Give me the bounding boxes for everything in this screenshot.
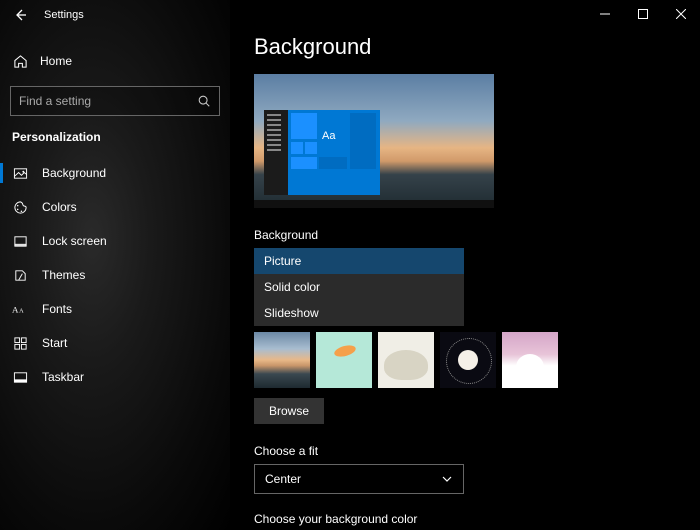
thumbnail-5[interactable] (502, 332, 558, 388)
background-type-dropdown[interactable]: Picture Solid color Slideshow (254, 248, 464, 326)
page-heading: Background (254, 34, 700, 60)
dropdown-option-slideshow[interactable]: Slideshow (254, 300, 464, 326)
close-button[interactable] (662, 0, 700, 28)
nav-label: Themes (42, 268, 85, 282)
nav-item-start[interactable]: Start (0, 326, 230, 360)
thumbnail-1[interactable] (254, 332, 310, 388)
nav-label: Lock screen (42, 234, 107, 248)
svg-text:A: A (19, 308, 24, 315)
minimize-icon (600, 9, 610, 19)
home-button[interactable]: Home (0, 44, 230, 78)
taskbar-icon (12, 369, 28, 385)
window-title: Settings (44, 9, 84, 21)
browse-button[interactable]: Browse (254, 398, 324, 424)
background-label: Background (254, 228, 700, 242)
nav-item-colors[interactable]: Colors (0, 190, 230, 224)
search-icon (197, 94, 211, 108)
content: Background Aa Background Picture Solid c… (230, 0, 700, 530)
home-label: Home (40, 54, 72, 68)
fit-dropdown[interactable]: Center (254, 464, 464, 494)
nav: Background Colors Lock screen Themes AA … (0, 156, 230, 394)
nav-item-background[interactable]: Background (0, 156, 230, 190)
search-input[interactable] (19, 94, 197, 108)
titlebar: Settings (0, 0, 230, 30)
sidebar: Settings Home Personalization Background… (0, 0, 230, 530)
arrow-left-icon (13, 8, 27, 22)
picture-thumbnails (254, 332, 700, 388)
preview-start-window: Aa (264, 110, 380, 195)
nav-label: Background (42, 166, 106, 180)
fonts-icon: AA (12, 301, 28, 317)
preview-sample-text: Aa (322, 130, 335, 142)
lockscreen-icon (12, 233, 28, 249)
nav-label: Colors (42, 200, 77, 214)
fit-label: Choose a fit (254, 444, 700, 458)
start-icon (12, 335, 28, 351)
chevron-down-icon (441, 473, 453, 485)
nav-label: Fonts (42, 302, 72, 316)
bgcolor-label: Choose your background color (254, 512, 700, 526)
category-heading: Personalization (0, 116, 230, 148)
search-box[interactable] (10, 86, 220, 116)
back-button[interactable] (6, 1, 34, 29)
dropdown-option-picture[interactable]: Picture (254, 248, 464, 274)
nav-item-taskbar[interactable]: Taskbar (0, 360, 230, 394)
maximize-icon (638, 9, 648, 19)
minimize-button[interactable] (586, 0, 624, 28)
themes-icon (12, 267, 28, 283)
close-icon (676, 9, 686, 19)
thumbnail-4[interactable] (440, 332, 496, 388)
svg-text:A: A (12, 305, 19, 315)
dropdown-option-solidcolor[interactable]: Solid color (254, 274, 464, 300)
home-icon (12, 53, 28, 69)
main: Background Aa Background Picture Solid c… (230, 0, 700, 530)
window-controls (586, 0, 700, 28)
maximize-button[interactable] (624, 0, 662, 28)
picture-icon (12, 165, 28, 181)
nav-label: Start (42, 336, 67, 350)
nav-label: Taskbar (42, 370, 84, 384)
nav-item-fonts[interactable]: AA Fonts (0, 292, 230, 326)
desktop-preview: Aa (254, 74, 494, 208)
thumbnail-3[interactable] (378, 332, 434, 388)
fit-value: Center (265, 472, 301, 486)
nav-item-lockscreen[interactable]: Lock screen (0, 224, 230, 258)
palette-icon (12, 199, 28, 215)
thumbnail-2[interactable] (316, 332, 372, 388)
nav-item-themes[interactable]: Themes (0, 258, 230, 292)
